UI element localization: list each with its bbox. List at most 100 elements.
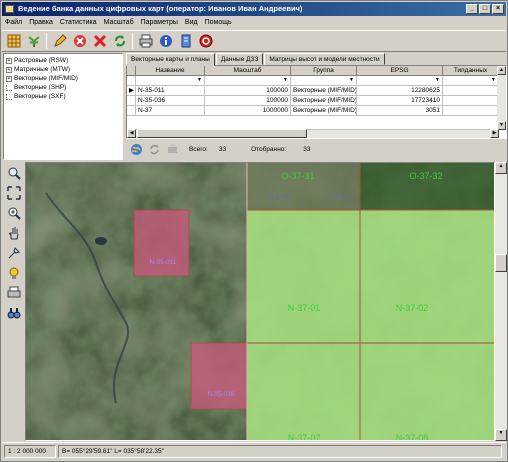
menu-scale[interactable]: Масштаб bbox=[104, 19, 134, 26]
close-button[interactable]: × bbox=[492, 4, 504, 14]
tree-item-mtw[interactable]: + Матричные (MTW) bbox=[6, 65, 120, 74]
plant-icon[interactable] bbox=[25, 33, 42, 50]
column-header[interactable]: EPSG bbox=[357, 66, 443, 75]
tree-item-mif[interactable]: + Векторные (MIF/MID) bbox=[6, 74, 120, 83]
table-vertical-scrollbar[interactable]: ▲ ▼ bbox=[497, 66, 506, 130]
menu-edit[interactable]: Правка bbox=[29, 19, 53, 26]
cell-group[interactable]: Векторные (MIF/MID) bbox=[291, 86, 357, 95]
sheet-n-37-02[interactable] bbox=[360, 210, 495, 343]
binoculars-icon[interactable] bbox=[6, 304, 23, 321]
expand-icon[interactable]: + bbox=[6, 66, 12, 73]
column-header[interactable]: Группа bbox=[291, 66, 357, 75]
column-header[interactable]: Название bbox=[136, 66, 205, 75]
cell-epsg[interactable]: 17723410 bbox=[357, 96, 443, 105]
tree-item-label: Векторные (SXF) bbox=[14, 93, 66, 100]
filter-group[interactable]: ▼ bbox=[291, 76, 357, 85]
cell-name[interactable]: N-35-011 bbox=[136, 86, 205, 95]
chevron-down-icon[interactable]: ▼ bbox=[197, 76, 202, 85]
tree-item-rsw[interactable]: + Растровые (RSW) bbox=[6, 56, 120, 65]
edit-icon[interactable] bbox=[51, 33, 68, 50]
menu-view[interactable]: Вид bbox=[185, 19, 198, 26]
cell-scale[interactable]: 1000000 bbox=[205, 106, 291, 115]
scroll-thumb[interactable] bbox=[137, 129, 307, 138]
filter-scale[interactable]: ▼ bbox=[205, 76, 291, 85]
cancel-icon[interactable] bbox=[71, 33, 88, 50]
cell-epsg[interactable]: 3051 bbox=[357, 106, 443, 115]
scroll-down-button[interactable]: ▼ bbox=[495, 429, 507, 441]
fit-icon[interactable] bbox=[6, 184, 23, 201]
tab-elevation[interactable]: Матрицы высот и модели местности bbox=[264, 53, 385, 65]
expand-icon[interactable]: + bbox=[6, 75, 12, 82]
cell-group[interactable]: Векторные (MIF/MID) bbox=[291, 106, 357, 115]
layer-tree[interactable]: + Растровые (RSW) + Матричные (MTW) + Ве… bbox=[3, 53, 123, 160]
map-label: N-37-01 bbox=[288, 303, 321, 313]
delete-icon[interactable] bbox=[91, 33, 108, 50]
menu-statistics[interactable]: Статистика bbox=[60, 19, 97, 26]
cell-name[interactable]: N-37 bbox=[136, 106, 205, 115]
cell-type[interactable] bbox=[443, 106, 499, 115]
table-header: Название Масштаб Группа EPSG Типданных bbox=[127, 66, 499, 76]
cell-group[interactable]: Векторные (MIF/MID) bbox=[291, 96, 357, 105]
expand-icon[interactable]: + bbox=[6, 57, 12, 64]
filter-name[interactable]: ▼ bbox=[136, 76, 205, 85]
map-label: N-37-02 bbox=[396, 303, 429, 313]
column-header[interactable]: Масштаб bbox=[205, 66, 291, 75]
chevron-down-icon[interactable]: ▼ bbox=[435, 76, 440, 85]
tab-remote-sensing[interactable]: Данные ДЗЗ bbox=[215, 53, 264, 65]
map-vertical-scrollbar[interactable]: ▲ ▼ bbox=[495, 162, 507, 441]
bulb-icon[interactable] bbox=[6, 264, 23, 281]
row-indicator bbox=[127, 106, 136, 115]
cell-name[interactable]: N-35-036 bbox=[136, 96, 205, 105]
tree-item-shp[interactable]: Векторные (SHP) bbox=[6, 83, 120, 92]
maximize-button[interactable]: □ bbox=[479, 4, 491, 14]
scroll-right-button[interactable]: ▶ bbox=[490, 129, 499, 138]
menu-file[interactable]: Файл bbox=[5, 19, 22, 26]
sheet-n-37-01[interactable] bbox=[247, 210, 360, 343]
cell-type[interactable] bbox=[443, 86, 499, 95]
pan-hand-icon[interactable] bbox=[6, 224, 23, 241]
scroll-up-button[interactable]: ▲ bbox=[497, 66, 506, 75]
tree-item-sxf[interactable]: Векторные (SXF) bbox=[6, 92, 120, 101]
zoom-extent-icon[interactable] bbox=[6, 204, 23, 221]
print-icon[interactable] bbox=[6, 284, 23, 301]
print-icon[interactable] bbox=[137, 33, 154, 50]
filter-type[interactable]: ▼ bbox=[443, 76, 499, 85]
column-header[interactable]: Типданных bbox=[443, 66, 499, 75]
globe-icon[interactable] bbox=[129, 142, 144, 157]
grid-icon[interactable] bbox=[5, 33, 22, 50]
sheet-n-35-011[interactable] bbox=[133, 209, 190, 277]
sheet-n-35-036[interactable] bbox=[190, 342, 248, 410]
chevron-down-icon[interactable]: ▼ bbox=[349, 76, 354, 85]
bookmark-icon[interactable] bbox=[177, 33, 194, 50]
map-label: O-37-31 bbox=[281, 171, 314, 181]
sheet-n-37-07[interactable] bbox=[247, 343, 360, 441]
menu-help[interactable]: Помощь bbox=[205, 19, 232, 26]
minimize-button[interactable]: _ bbox=[466, 4, 478, 14]
cell-epsg[interactable]: 12280625 bbox=[357, 86, 443, 95]
table-row[interactable]: N-37 1000000 Векторные (MIF/MID) 3051 bbox=[127, 106, 499, 116]
sheet-n-37-08[interactable] bbox=[360, 343, 495, 441]
status-bar: 1 : 2 000 000 B= 055°29'59.61" L= 035°58… bbox=[2, 442, 506, 460]
filtered-label: Отобранно: bbox=[251, 146, 287, 153]
refresh-icon[interactable] bbox=[111, 33, 128, 50]
table-row[interactable]: N-35-036 100000 Векторные (MIF/MID) 1772… bbox=[127, 96, 499, 106]
stop-icon[interactable] bbox=[197, 33, 214, 50]
info-icon[interactable] bbox=[157, 33, 174, 50]
pick-icon[interactable] bbox=[6, 244, 23, 261]
cell-scale[interactable]: 100000 bbox=[205, 86, 291, 95]
table-horizontal-scrollbar[interactable]: ◀ ▶ bbox=[127, 129, 499, 138]
menu-parameters[interactable]: Параметры bbox=[141, 19, 178, 26]
cell-type[interactable] bbox=[443, 96, 499, 105]
filter-epsg[interactable]: ▼ bbox=[357, 76, 443, 85]
scroll-left-button[interactable]: ◀ bbox=[127, 129, 136, 138]
total-value: 33 bbox=[218, 146, 227, 153]
tab-vector-maps[interactable]: Векторные карты и планы bbox=[126, 53, 215, 66]
scroll-up-button[interactable]: ▲ bbox=[495, 162, 507, 174]
chevron-down-icon[interactable]: ▼ bbox=[283, 76, 288, 85]
cell-scale[interactable]: 100000 bbox=[205, 96, 291, 105]
table-row[interactable]: ▶ N-35-011 100000 Векторные (MIF/MID) 12… bbox=[127, 86, 499, 96]
map-view[interactable]: O-37-31 O-37-32 N-37-01 N-37-01 N-35-011… bbox=[25, 162, 495, 441]
zoom-in-icon[interactable] bbox=[6, 164, 23, 181]
chevron-down-icon[interactable]: ▼ bbox=[491, 76, 496, 85]
scroll-thumb[interactable] bbox=[495, 254, 507, 272]
